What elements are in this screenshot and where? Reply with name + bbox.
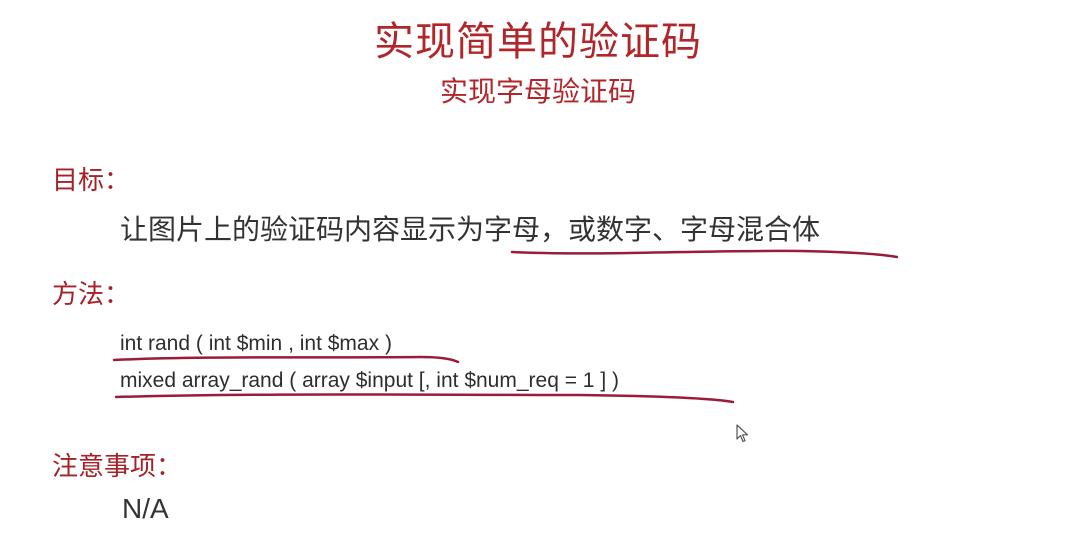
- method-line-array-rand: mixed array_rand ( array $input [, int $…: [120, 369, 619, 392]
- method-line-rand: int rand ( int $min , int $max ): [120, 332, 392, 355]
- mouse-cursor-icon: [736, 424, 749, 443]
- slide: 实现简单的验证码 实现字母验证码 目标： 让图片上的验证码内容显示为字母，或数字…: [0, 0, 1076, 559]
- slide-subtitle: 实现字母验证码: [439, 75, 636, 108]
- method-label: 方法：: [52, 280, 131, 310]
- notes-label: 注意事项：: [52, 452, 183, 482]
- underline-goal: [510, 249, 899, 259]
- goal-text: 让图片上的验证码内容显示为字母，或数字、字母混合体: [120, 213, 821, 246]
- goal-label: 目标：: [52, 166, 131, 196]
- underline-array-rand: [114, 393, 735, 404]
- slide-title: 实现简单的验证码: [374, 19, 702, 65]
- notes-text: N/A: [122, 493, 169, 524]
